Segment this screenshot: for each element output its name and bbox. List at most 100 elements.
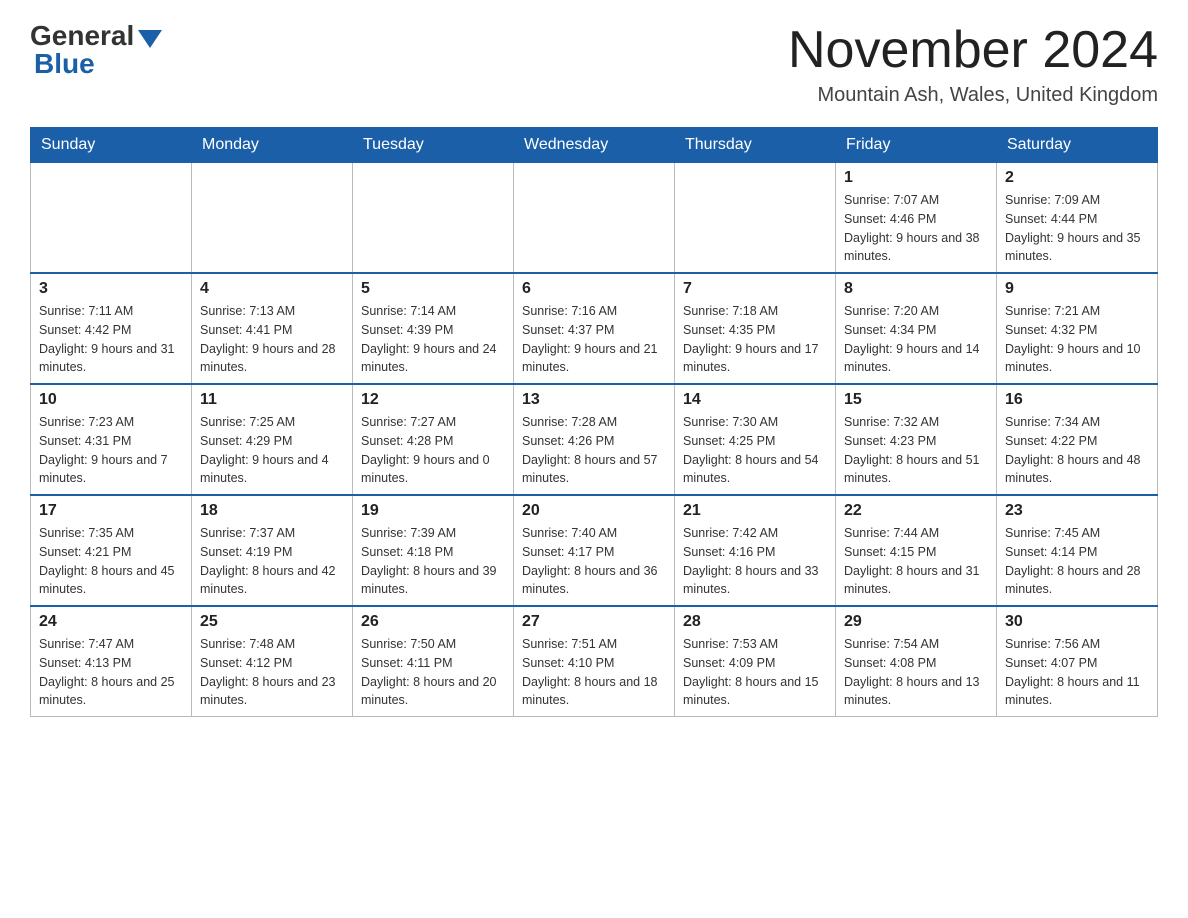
day-number: 22 — [844, 502, 988, 520]
page-header: General Blue November 2024 Mountain Ash,… — [30, 20, 1158, 107]
day-info: Sunrise: 7:48 AMSunset: 4:12 PMDaylight:… — [200, 635, 344, 710]
day-info: Sunrise: 7:21 AMSunset: 4:32 PMDaylight:… — [1005, 302, 1149, 377]
day-info: Sunrise: 7:56 AMSunset: 4:07 PMDaylight:… — [1005, 635, 1149, 710]
table-row: 25 Sunrise: 7:48 AMSunset: 4:12 PMDayligh… — [192, 606, 353, 717]
table-row: 13 Sunrise: 7:28 AMSunset: 4:26 PMDayligh… — [514, 384, 675, 495]
day-info: Sunrise: 7:40 AMSunset: 4:17 PMDaylight:… — [522, 524, 666, 599]
day-number: 29 — [844, 613, 988, 631]
day-number: 12 — [361, 391, 505, 409]
day-number: 23 — [1005, 502, 1149, 520]
table-row: 28Sunrise: 7:53 AMSunset: 4:09 PMDayligh… — [675, 606, 836, 717]
table-row: 1 Sunrise: 7:07 AMSunset: 4:46 PMDaylight… — [836, 163, 997, 274]
table-row: 9 Sunrise: 7:21 AMSunset: 4:32 PMDaylight… — [997, 273, 1158, 384]
day-number: 28 — [683, 613, 827, 631]
day-info: Sunrise: 7:14 AMSunset: 4:39 PMDaylight:… — [361, 302, 505, 377]
table-row: 22Sunrise: 7:44 AMSunset: 4:15 PMDayligh… — [836, 495, 997, 606]
day-number: 6 — [522, 280, 666, 298]
day-number: 5 — [361, 280, 505, 298]
weekday-header-thursday: Thursday — [675, 128, 836, 163]
table-row: 3 Sunrise: 7:11 AMSunset: 4:42 PMDaylight… — [31, 273, 192, 384]
day-number: 25 — [200, 613, 344, 631]
table-row — [514, 163, 675, 274]
day-number: 2 — [1005, 169, 1149, 187]
day-number: 20 — [522, 502, 666, 520]
day-info: Sunrise: 7:51 AMSunset: 4:10 PMDaylight:… — [522, 635, 666, 710]
table-row: 23Sunrise: 7:45 AMSunset: 4:14 PMDayligh… — [997, 495, 1158, 606]
day-number: 18 — [200, 502, 344, 520]
table-row: 30 Sunrise: 7:56 AMSunset: 4:07 PMDayligh… — [997, 606, 1158, 717]
table-row: 7 Sunrise: 7:18 AMSunset: 4:35 PMDaylight… — [675, 273, 836, 384]
table-row: 4Sunrise: 7:13 AMSunset: 4:41 PMDaylight… — [192, 273, 353, 384]
calendar-week-row: 1 Sunrise: 7:07 AMSunset: 4:46 PMDaylight… — [31, 163, 1158, 274]
day-info: Sunrise: 7:32 AMSunset: 4:23 PMDaylight:… — [844, 413, 988, 488]
day-info: Sunrise: 7:47 AMSunset: 4:13 PMDaylight:… — [39, 635, 183, 710]
day-number: 3 — [39, 280, 183, 298]
table-row: 20 Sunrise: 7:40 AMSunset: 4:17 PMDayligh… — [514, 495, 675, 606]
month-title: November 2024 — [788, 20, 1158, 80]
day-number: 17 — [39, 502, 183, 520]
table-row: 8 Sunrise: 7:20 AMSunset: 4:34 PMDaylight… — [836, 273, 997, 384]
weekday-header-tuesday: Tuesday — [353, 128, 514, 163]
weekday-header-friday: Friday — [836, 128, 997, 163]
day-number: 11 — [200, 391, 344, 409]
table-row: 6 Sunrise: 7:16 AMSunset: 4:37 PMDaylight… — [514, 273, 675, 384]
table-row: 2 Sunrise: 7:09 AMSunset: 4:44 PMDaylight… — [997, 163, 1158, 274]
table-row: 5 Sunrise: 7:14 AMSunset: 4:39 PMDaylight… — [353, 273, 514, 384]
day-number: 9 — [1005, 280, 1149, 298]
day-number: 1 — [844, 169, 988, 187]
calendar-week-row: 24Sunrise: 7:47 AMSunset: 4:13 PMDayligh… — [31, 606, 1158, 717]
day-info: Sunrise: 7:23 AMSunset: 4:31 PMDaylight:… — [39, 413, 183, 488]
table-row: 14 Sunrise: 7:30 AMSunset: 4:25 PMDayligh… — [675, 384, 836, 495]
day-number: 15 — [844, 391, 988, 409]
day-info: Sunrise: 7:13 AMSunset: 4:41 PMDaylight:… — [200, 302, 344, 377]
day-number: 8 — [844, 280, 988, 298]
calendar-week-row: 3 Sunrise: 7:11 AMSunset: 4:42 PMDaylight… — [31, 273, 1158, 384]
day-info: Sunrise: 7:28 AMSunset: 4:26 PMDaylight:… — [522, 413, 666, 488]
day-info: Sunrise: 7:42 AMSunset: 4:16 PMDaylight:… — [683, 524, 827, 599]
day-number: 30 — [1005, 613, 1149, 631]
table-row: 26 Sunrise: 7:50 AMSunset: 4:11 PMDayligh… — [353, 606, 514, 717]
day-number: 19 — [361, 502, 505, 520]
day-info: Sunrise: 7:18 AMSunset: 4:35 PMDaylight:… — [683, 302, 827, 377]
day-info: Sunrise: 7:16 AMSunset: 4:37 PMDaylight:… — [522, 302, 666, 377]
table-row — [675, 163, 836, 274]
day-info: Sunrise: 7:11 AMSunset: 4:42 PMDaylight:… — [39, 302, 183, 377]
day-number: 16 — [1005, 391, 1149, 409]
table-row: 18 Sunrise: 7:37 AMSunset: 4:19 PMDayligh… — [192, 495, 353, 606]
day-number: 26 — [361, 613, 505, 631]
logo-arrow-icon — [138, 30, 162, 48]
day-number: 14 — [683, 391, 827, 409]
day-info: Sunrise: 7:20 AMSunset: 4:34 PMDaylight:… — [844, 302, 988, 377]
day-info: Sunrise: 7:39 AMSunset: 4:18 PMDaylight:… — [361, 524, 505, 599]
table-row: 16 Sunrise: 7:34 AMSunset: 4:22 PMDayligh… — [997, 384, 1158, 495]
day-number: 13 — [522, 391, 666, 409]
table-row: 24Sunrise: 7:47 AMSunset: 4:13 PMDayligh… — [31, 606, 192, 717]
table-row: 17 Sunrise: 7:35 AMSunset: 4:21 PMDayligh… — [31, 495, 192, 606]
weekday-header-saturday: Saturday — [997, 128, 1158, 163]
day-info: Sunrise: 7:27 AMSunset: 4:28 PMDaylight:… — [361, 413, 505, 488]
day-number: 7 — [683, 280, 827, 298]
table-row: 15 Sunrise: 7:32 AMSunset: 4:23 PMDayligh… — [836, 384, 997, 495]
day-info: Sunrise: 7:07 AMSunset: 4:46 PMDaylight:… — [844, 191, 988, 266]
calendar-table: SundayMondayTuesdayWednesdayThursdayFrid… — [30, 127, 1158, 717]
day-info: Sunrise: 7:35 AMSunset: 4:21 PMDaylight:… — [39, 524, 183, 599]
table-row — [31, 163, 192, 274]
weekday-header-sunday: Sunday — [31, 128, 192, 163]
table-row: 27 Sunrise: 7:51 AMSunset: 4:10 PMDayligh… — [514, 606, 675, 717]
day-info: Sunrise: 7:09 AMSunset: 4:44 PMDaylight:… — [1005, 191, 1149, 266]
day-info: Sunrise: 7:30 AMSunset: 4:25 PMDaylight:… — [683, 413, 827, 488]
table-row: 11Sunrise: 7:25 AMSunset: 4:29 PMDayligh… — [192, 384, 353, 495]
calendar-week-row: 10 Sunrise: 7:23 AMSunset: 4:31 PMDayligh… — [31, 384, 1158, 495]
day-info: Sunrise: 7:50 AMSunset: 4:11 PMDaylight:… — [361, 635, 505, 710]
table-row: 12 Sunrise: 7:27 AMSunset: 4:28 PMDayligh… — [353, 384, 514, 495]
day-number: 27 — [522, 613, 666, 631]
day-info: Sunrise: 7:54 AMSunset: 4:08 PMDaylight:… — [844, 635, 988, 710]
day-number: 10 — [39, 391, 183, 409]
logo: General Blue — [30, 20, 162, 80]
day-info: Sunrise: 7:34 AMSunset: 4:22 PMDaylight:… — [1005, 413, 1149, 488]
title-section: November 2024 Mountain Ash, Wales, Unite… — [788, 20, 1158, 107]
day-info: Sunrise: 7:37 AMSunset: 4:19 PMDaylight:… — [200, 524, 344, 599]
table-row: 29 Sunrise: 7:54 AMSunset: 4:08 PMDayligh… — [836, 606, 997, 717]
weekday-header-row: SundayMondayTuesdayWednesdayThursdayFrid… — [31, 128, 1158, 163]
table-row: 21Sunrise: 7:42 AMSunset: 4:16 PMDayligh… — [675, 495, 836, 606]
